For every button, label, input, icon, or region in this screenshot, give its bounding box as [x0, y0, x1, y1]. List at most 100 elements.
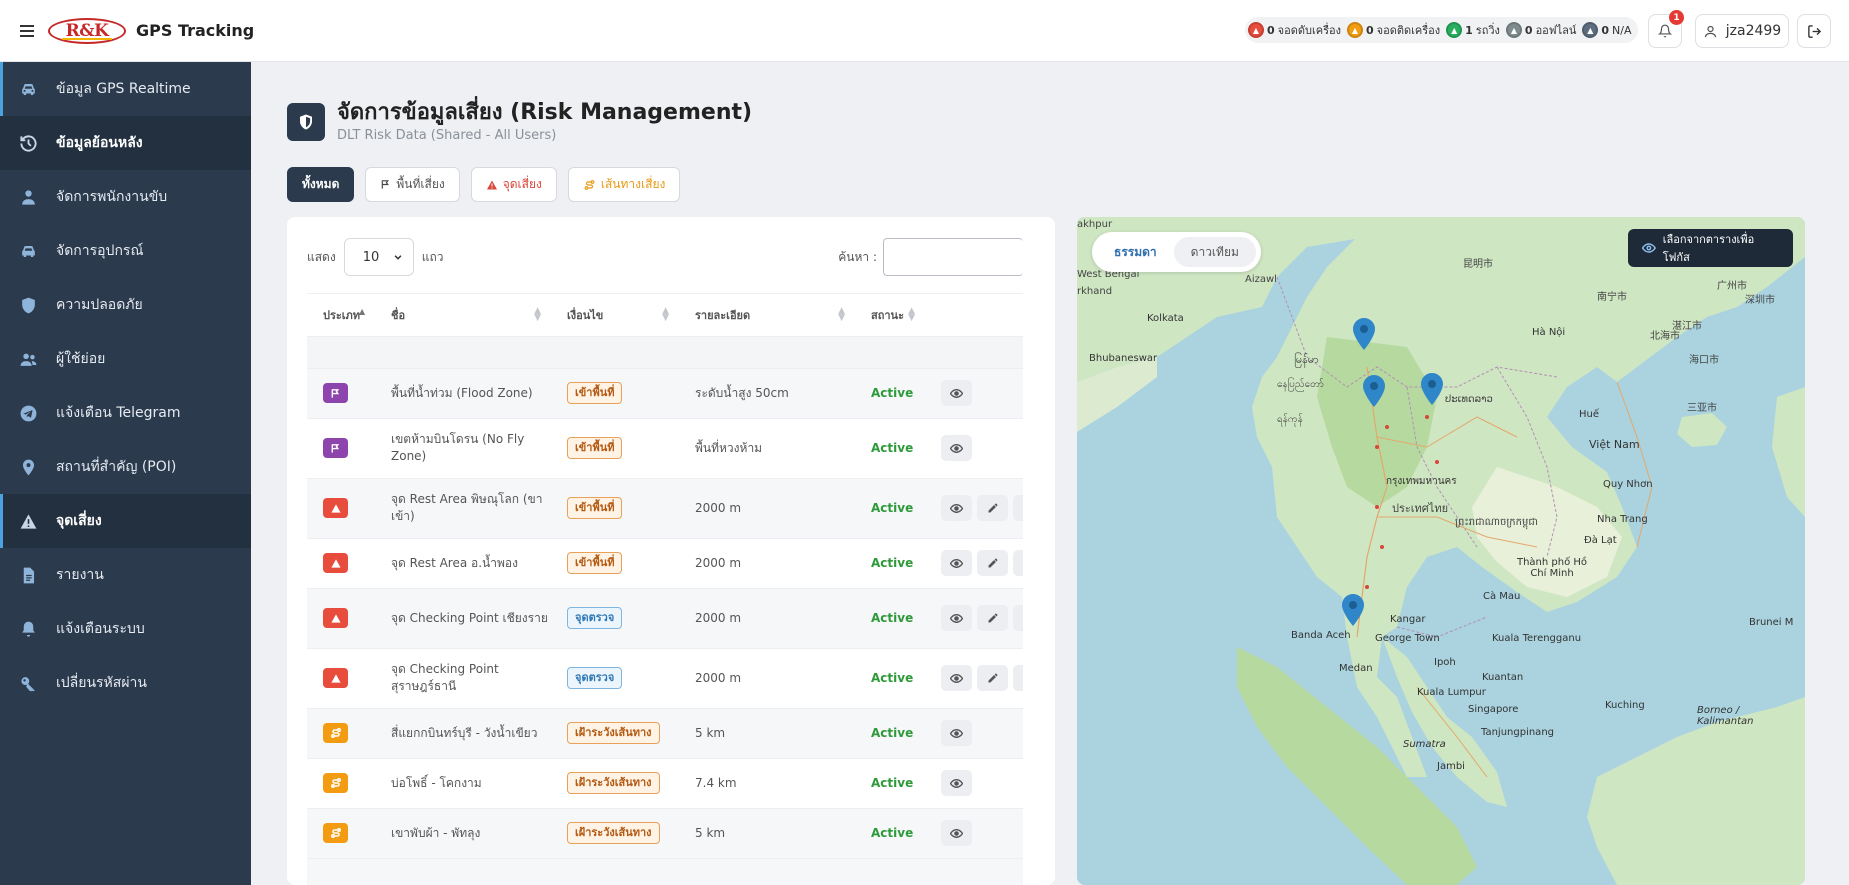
filter-point-button[interactable]: จุดเสี่ยง — [470, 167, 557, 202]
table-row[interactable]: สี่แยกกบินทร์บุรี - วังน้ำเขียว เฝ้าระวัง… — [307, 708, 1023, 759]
status-badge: Active — [871, 440, 914, 455]
trash-icon — [1023, 672, 1024, 684]
page-length-select[interactable]: 10 — [343, 238, 414, 276]
map-label: Singapore — [1468, 704, 1519, 715]
sidebar-item-devices[interactable]: จัดการอุปกรณ์ — [0, 224, 251, 278]
map-marker-icon[interactable] — [1342, 594, 1364, 626]
column-header-condition[interactable]: เงื่อนไข ▲ ▼ — [551, 294, 679, 337]
sidebar-item-telegram[interactable]: แจ้งเตือน Telegram — [0, 386, 251, 440]
map-label: ประเทศไทย — [1392, 502, 1449, 515]
status-moving[interactable]: ▲ 1 รถวิ่ง — [1446, 21, 1500, 39]
logo[interactable]: R&K GPS Tracking — [48, 17, 254, 44]
map-marker-icon[interactable] — [1353, 318, 1375, 350]
view-button[interactable] — [941, 820, 972, 846]
filter-route-button[interactable]: เส้นทางเสี่ยง — [567, 167, 681, 202]
row-detail: 5 km — [695, 825, 726, 840]
table-row[interactable]: เขาพับผ้า - พัทลุง เฝ้าระวังเส้นทาง 5 km Ac… — [307, 808, 1023, 859]
cell-type — [307, 708, 375, 759]
status-badge: Active — [871, 825, 914, 840]
delete-button[interactable] — [1013, 665, 1023, 691]
sidebar-item-system-alerts[interactable]: แจ้งเตือนระบบ — [0, 602, 251, 656]
delete-button[interactable] — [1013, 605, 1023, 631]
table-row[interactable]: พื้นที่น้ำท่วม (Flood Zone) เข้าพื้นที่ ระ… — [307, 368, 1023, 419]
table-row[interactable]: บ่อโพธิ์ - โคกงาม เฝ้าระวังเส้นทาง 7.4 km A… — [307, 758, 1023, 809]
eye-icon — [950, 728, 963, 738]
cell-status: Active — [855, 538, 925, 589]
view-button[interactable] — [941, 770, 972, 796]
view-button[interactable] — [941, 495, 972, 521]
edit-button[interactable] — [977, 605, 1008, 631]
map-label: Kuching — [1605, 700, 1645, 711]
map-marker-icon[interactable] — [1421, 373, 1443, 405]
risk-map[interactable]: akhpur West Bengal Aizawl rkhand Kolkata… — [1077, 217, 1805, 885]
sidebar-item-poi[interactable]: สถานที่สำคัญ (POI) — [0, 440, 251, 494]
status-na[interactable]: ▲ 0 N/A — [1582, 22, 1632, 38]
report-icon — [23, 567, 34, 583]
edit-button[interactable] — [977, 665, 1008, 691]
view-button[interactable] — [941, 665, 972, 691]
view-button[interactable] — [941, 720, 972, 746]
table-row[interactable]: จุด Rest Area พิษณุโลก (ขาเข้า) เข้าพื้นท… — [307, 478, 1023, 539]
search-input[interactable] — [883, 238, 1023, 276]
table-row[interactable]: เขตห้ามบินโดรน (No Fly Zone) เข้าพื้นที่ พ… — [307, 418, 1023, 479]
map-tab-standard[interactable]: ธรรมดา — [1097, 237, 1174, 267]
sidebar-item-risk-points[interactable]: จุดเสี่ยง — [0, 494, 251, 548]
map-tab-satellite[interactable]: ดาวเทียม — [1173, 237, 1256, 267]
column-header-type[interactable]: ประเภท ▲ — [307, 294, 375, 337]
status-offline[interactable]: ▲ 0 ออฟไลน์ — [1505, 21, 1576, 39]
column-header-detail[interactable]: รายละเอียด ▲ ▼ — [679, 294, 855, 337]
flag-icon — [331, 443, 340, 453]
edit-button[interactable] — [977, 550, 1008, 576]
map-label: Aizawl — [1245, 274, 1277, 285]
logo-text: R&K — [65, 20, 109, 41]
row-name: เขตห้ามบินโดรน (No Fly Zone) — [391, 432, 525, 463]
sidebar-item-gps-realtime[interactable]: ข้อมูล GPS Realtime — [0, 62, 251, 116]
eye-icon — [1642, 243, 1656, 253]
sidebar-item-reports[interactable]: รายงาน — [0, 548, 251, 602]
sidebar-item-change-password[interactable]: เปลี่ยนรหัสผ่าน — [0, 656, 251, 710]
sidebar-item-history[interactable]: ข้อมูลย้อนหลัง — [0, 116, 251, 170]
cell-detail: 2000 m — [679, 648, 855, 709]
pencil-icon — [988, 613, 997, 623]
search-area: ค้นหา : — [838, 238, 1023, 276]
logo-badge: R&K — [48, 17, 126, 44]
sidebar-item-label: จัดการพนักงานขับ — [56, 189, 168, 205]
view-button[interactable] — [941, 435, 972, 461]
view-button[interactable] — [941, 380, 972, 406]
status-parked-engine-off[interactable]: ▲ 0 จอดดับเครื่อง — [1248, 21, 1341, 39]
table-row[interactable]: จุด Rest Area อ.น้ำพอง เข้าพื้นที่ 2000 m A… — [307, 538, 1023, 589]
sidebar: ข้อมูล GPS Realtime ข้อมูลย้อนหลัง จัดกา… — [0, 62, 251, 885]
cell-detail: ระดับน้ำสูง 50cm — [679, 368, 855, 419]
delete-button[interactable] — [1013, 550, 1023, 576]
notification-button[interactable]: 1 — [1648, 10, 1684, 48]
table-row[interactable] — [307, 858, 1023, 885]
map-label: Medan — [1339, 663, 1373, 674]
column-header-status[interactable]: สถานะ ▲ ▼ — [855, 294, 925, 337]
filter-all-button[interactable]: ทั้งหมด — [287, 167, 355, 202]
column-label: รายละเอียด — [695, 308, 751, 322]
row-name: บ่อโพธิ์ - โคกงาม — [391, 775, 482, 790]
logout-button[interactable] — [1797, 14, 1831, 48]
view-button[interactable] — [941, 550, 972, 576]
sidebar-item-drivers[interactable]: จัดการพนักงานขับ — [0, 170, 251, 224]
edit-button[interactable] — [977, 495, 1008, 521]
delete-button[interactable] — [1013, 495, 1023, 521]
map-marker-icon[interactable] — [1363, 375, 1385, 407]
row-detail: 5 km — [695, 725, 726, 740]
user-menu-button[interactable]: jza2499 — [1695, 14, 1789, 48]
view-button[interactable] — [941, 605, 972, 631]
sidebar-item-security[interactable]: ความปลอดภัย — [0, 278, 251, 332]
status-count: 0 — [1267, 23, 1275, 37]
status-badge: Active — [871, 610, 914, 625]
row-name: จุด Checking Point สุราษฎร์ธานี — [391, 662, 499, 693]
sidebar-item-sub-users[interactable]: ผู้ใช้ย่อย — [0, 332, 251, 386]
table-row[interactable]: จุด Checking Point เชียงราย จุดตรวจ 2000 m… — [307, 588, 1023, 649]
table-row[interactable]: จุด Checking Point สุราษฎร์ธานี จุดตรวจ 20… — [307, 648, 1023, 709]
status-parked-engine-on[interactable]: ▲ 0 จอดติดเครื่อง — [1346, 21, 1440, 39]
cell-actions — [925, 588, 1023, 649]
column-header-name[interactable]: ชื่อ ▲ ▼ — [375, 294, 551, 337]
filter-zone-button[interactable]: พื้นที่เสี่ยง — [365, 167, 460, 202]
cell-status: Active — [855, 708, 925, 759]
warning-icon — [20, 513, 36, 529]
menu-toggle-icon[interactable] — [20, 24, 34, 37]
